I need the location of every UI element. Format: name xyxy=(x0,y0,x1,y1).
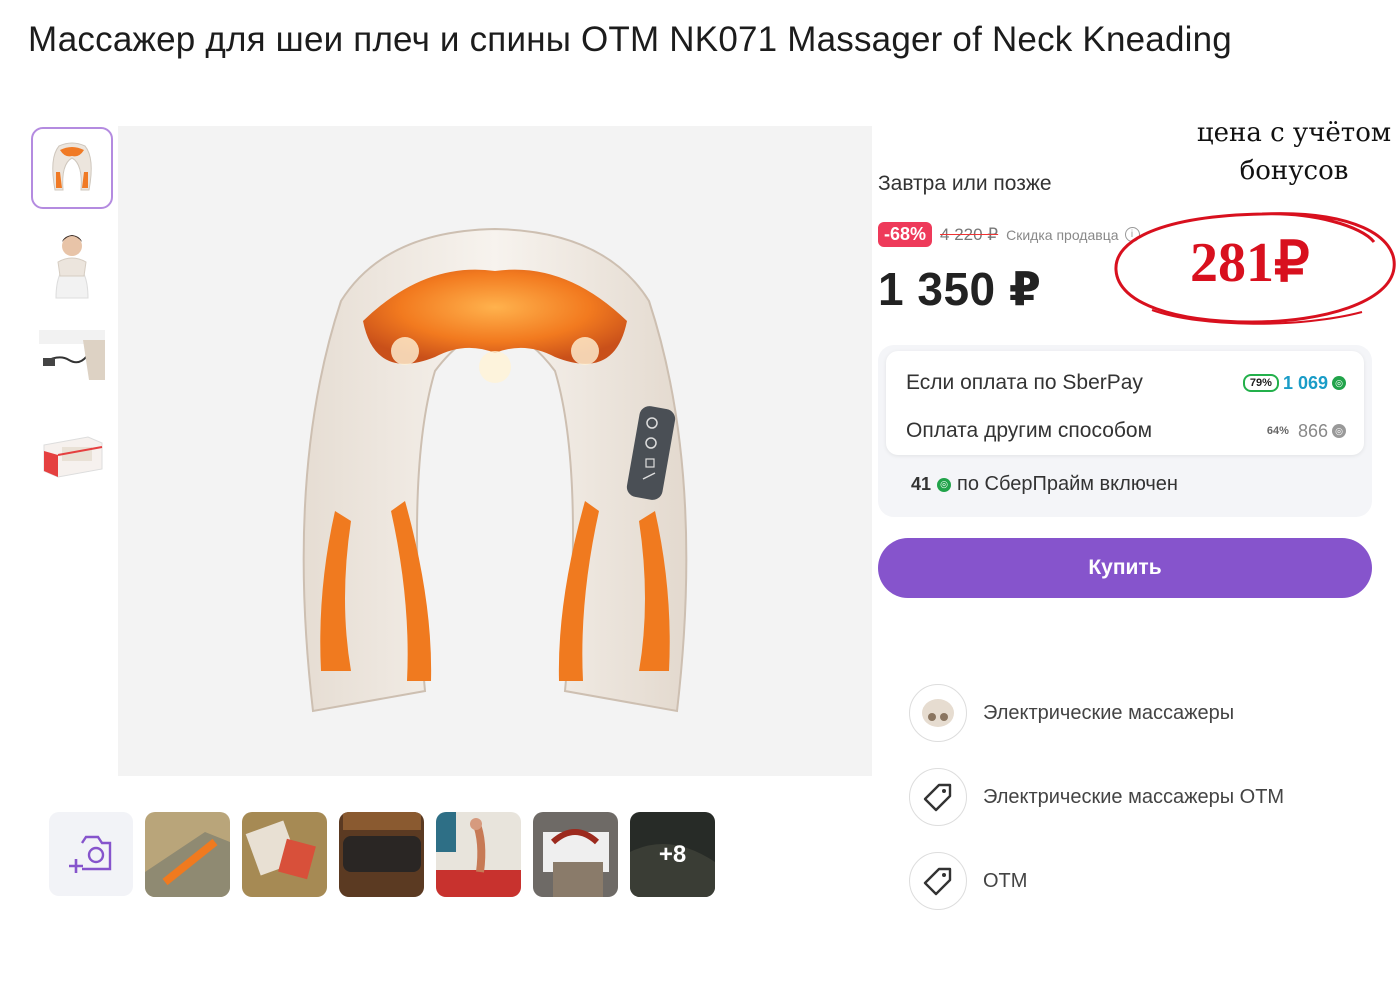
review-photo-1[interactable] xyxy=(145,812,230,897)
main-product-image[interactable] xyxy=(118,126,872,776)
discount-badge: -68% xyxy=(878,222,933,247)
category-label: Электрические массажеры xyxy=(983,701,1235,724)
tag-icon xyxy=(909,768,967,826)
prime-bonus-value: 41 xyxy=(911,474,932,494)
category-electric-massagers-otm[interactable]: Электрические массажеры OTM xyxy=(909,767,1284,827)
add-photo-button[interactable] xyxy=(49,812,133,896)
review-photo-3[interactable] xyxy=(339,812,424,897)
thumbnail-list xyxy=(31,127,113,511)
other-pct: 64% xyxy=(1266,425,1289,437)
tag-icon xyxy=(909,852,967,910)
massager-category-icon xyxy=(909,684,967,742)
other-payment-label: Оплата другим способом xyxy=(906,419,1153,442)
more-photos-count: +8 xyxy=(630,812,715,897)
sberpay-bonus: 79% 1 069 ◎ xyxy=(1242,372,1346,394)
prime-label: по СберПрайм включен xyxy=(957,473,1178,495)
review-photo-4[interactable] xyxy=(436,812,521,897)
bonus-price-annotation: цена с учётом бонусов xyxy=(1196,118,1392,186)
category-electric-massagers[interactable]: Электрические массажеры xyxy=(909,683,1284,743)
category-label: Электрические массажеры OTM xyxy=(983,785,1285,808)
old-price: 4 220 ₽ xyxy=(940,224,999,244)
review-photo-2[interactable] xyxy=(242,812,327,897)
payment-options-panel: Если оплата по SberPay 79% 1 069 ◎ Оплат… xyxy=(878,345,1372,517)
thumbnail-woman-with-massager[interactable] xyxy=(31,223,113,305)
category-otm[interactable]: OTM xyxy=(909,851,1284,911)
payment-methods: Если оплата по SberPay 79% 1 069 ◎ Оплат… xyxy=(886,351,1364,455)
category-label: OTM xyxy=(983,869,1028,892)
bonus-price: 281₽ xyxy=(1190,232,1310,294)
bonus-coin-icon: ◎ xyxy=(937,477,952,492)
product-title: Массажер для шеи плеч и спины OTM NK071 … xyxy=(28,20,1232,59)
other-bonus-value: 866 xyxy=(1297,420,1328,441)
thumbnail-product-box[interactable] xyxy=(31,415,113,497)
bonus-coin-icon: ◎ xyxy=(1332,376,1346,390)
sberpay-pct: 79% xyxy=(1242,374,1279,392)
category-links: Электрические массажеры Электрические ма… xyxy=(909,683,1284,935)
current-price: 1 350 ₽ xyxy=(878,263,1042,315)
payment-other-row[interactable]: Оплата другим способом 64% 866 ◎ xyxy=(906,419,1346,443)
seller-discount-label: Скидка продавца xyxy=(1006,226,1119,243)
review-gallery: +8 xyxy=(49,812,715,897)
review-photo-6[interactable]: +8 xyxy=(630,812,715,897)
thumbnail-massager-front[interactable] xyxy=(31,127,113,209)
review-photo-5[interactable] xyxy=(533,812,618,897)
payment-sberpay-row[interactable]: Если оплата по SberPay 79% 1 069 ◎ xyxy=(906,371,1346,395)
buy-button[interactable]: Купить xyxy=(878,538,1372,598)
sberprime-row: 41 ◎ по СберПрайм включен xyxy=(911,473,1178,496)
other-bonus: 64% 866 ◎ xyxy=(1262,421,1346,442)
sberpay-label: Если оплата по SberPay xyxy=(906,371,1143,394)
bonus-coin-icon: ◎ xyxy=(1332,424,1346,438)
camera-plus-icon xyxy=(69,835,112,873)
discount-row: -68% 4 220 ₽ Скидка продавца i xyxy=(878,222,1140,247)
thumbnail-charger-cable[interactable] xyxy=(31,319,113,401)
sberpay-bonus-value: 1 069 xyxy=(1282,372,1328,393)
delivery-info: Завтра или позже xyxy=(878,172,1052,195)
